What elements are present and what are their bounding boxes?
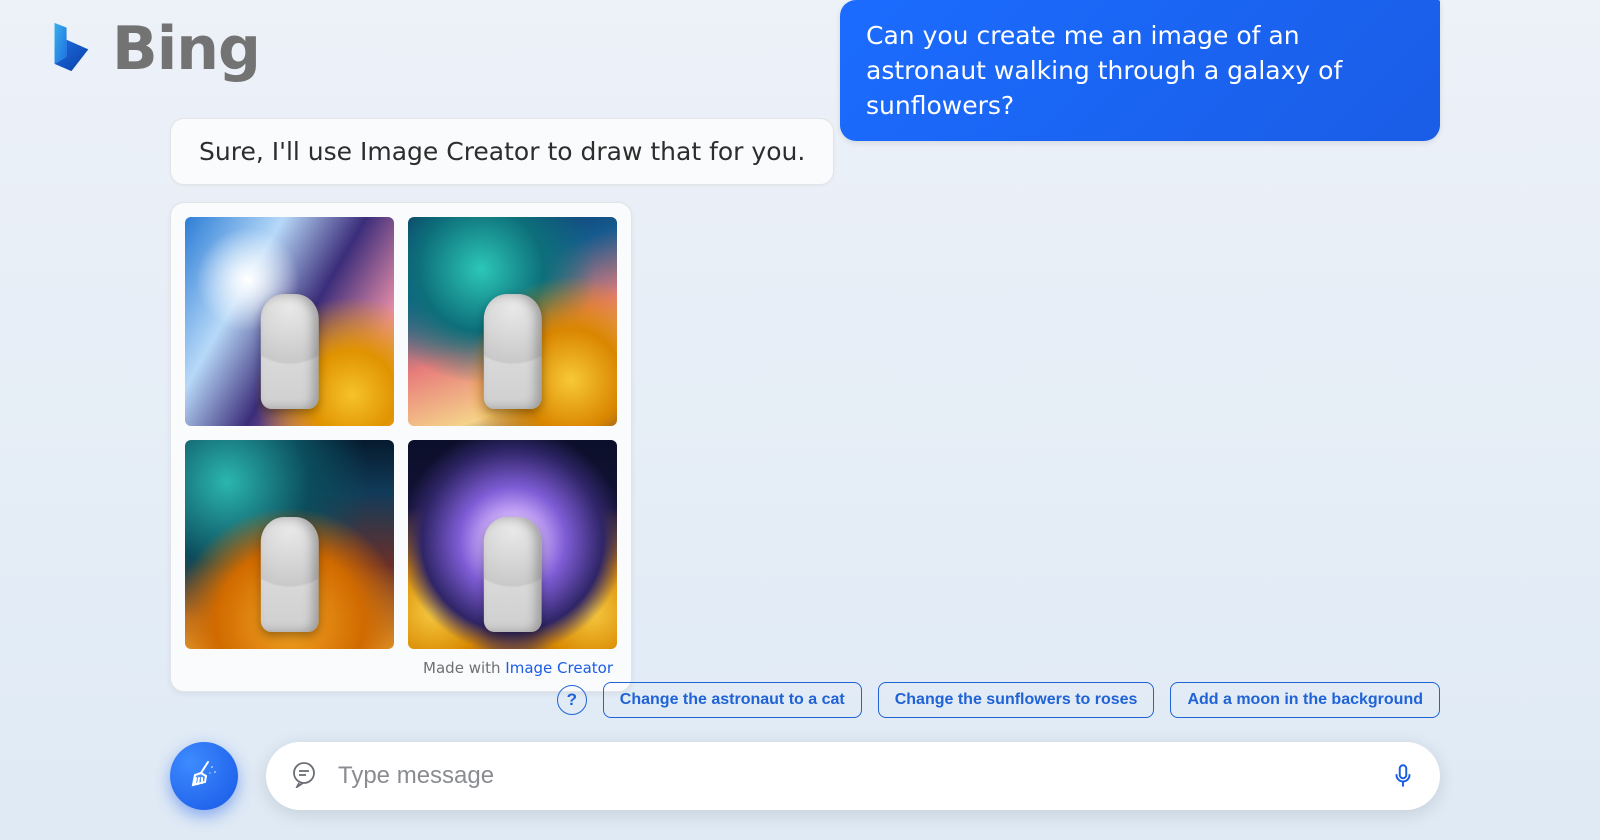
- chat-icon: [290, 760, 318, 792]
- message-composer: [266, 742, 1440, 810]
- user-message-text: Can you create me an image of an astrona…: [866, 21, 1342, 120]
- generated-image-3[interactable]: [185, 440, 394, 649]
- assistant-message-text: Sure, I'll use Image Creator to draw tha…: [199, 137, 805, 166]
- message-input[interactable]: [338, 762, 1370, 790]
- help-button[interactable]: ?: [557, 685, 587, 715]
- brand: Bing: [40, 14, 260, 84]
- suggestion-chip-1[interactable]: Change the astronaut to a cat: [603, 682, 862, 718]
- bing-logo-icon: [40, 18, 98, 80]
- image-creator-link[interactable]: Image Creator: [505, 659, 613, 677]
- generated-image-2[interactable]: [408, 217, 617, 426]
- user-message-bubble: Can you create me an image of an astrona…: [840, 0, 1440, 141]
- generated-image-1[interactable]: [185, 217, 394, 426]
- caption-prefix: Made with: [423, 659, 505, 677]
- suggestion-chip-2[interactable]: Change the sunflowers to roses: [878, 682, 1155, 718]
- image-card-caption: Made with Image Creator: [185, 659, 617, 677]
- assistant-message-bubble: Sure, I'll use Image Creator to draw tha…: [170, 118, 834, 185]
- image-results-card: Made with Image Creator: [170, 202, 632, 692]
- image-grid: [185, 217, 617, 649]
- microphone-icon: [1390, 762, 1416, 791]
- generated-image-4[interactable]: [408, 440, 617, 649]
- broom-icon: [188, 758, 220, 794]
- suggestion-chip-3[interactable]: Add a moon in the background: [1170, 682, 1440, 718]
- question-icon: ?: [567, 690, 577, 710]
- brand-name: Bing: [112, 14, 260, 84]
- suggestion-row: ? Change the astronaut to a cat Change t…: [557, 682, 1440, 718]
- microphone-button[interactable]: [1390, 762, 1416, 791]
- new-topic-button[interactable]: [170, 742, 238, 810]
- composer-row: [170, 742, 1440, 810]
